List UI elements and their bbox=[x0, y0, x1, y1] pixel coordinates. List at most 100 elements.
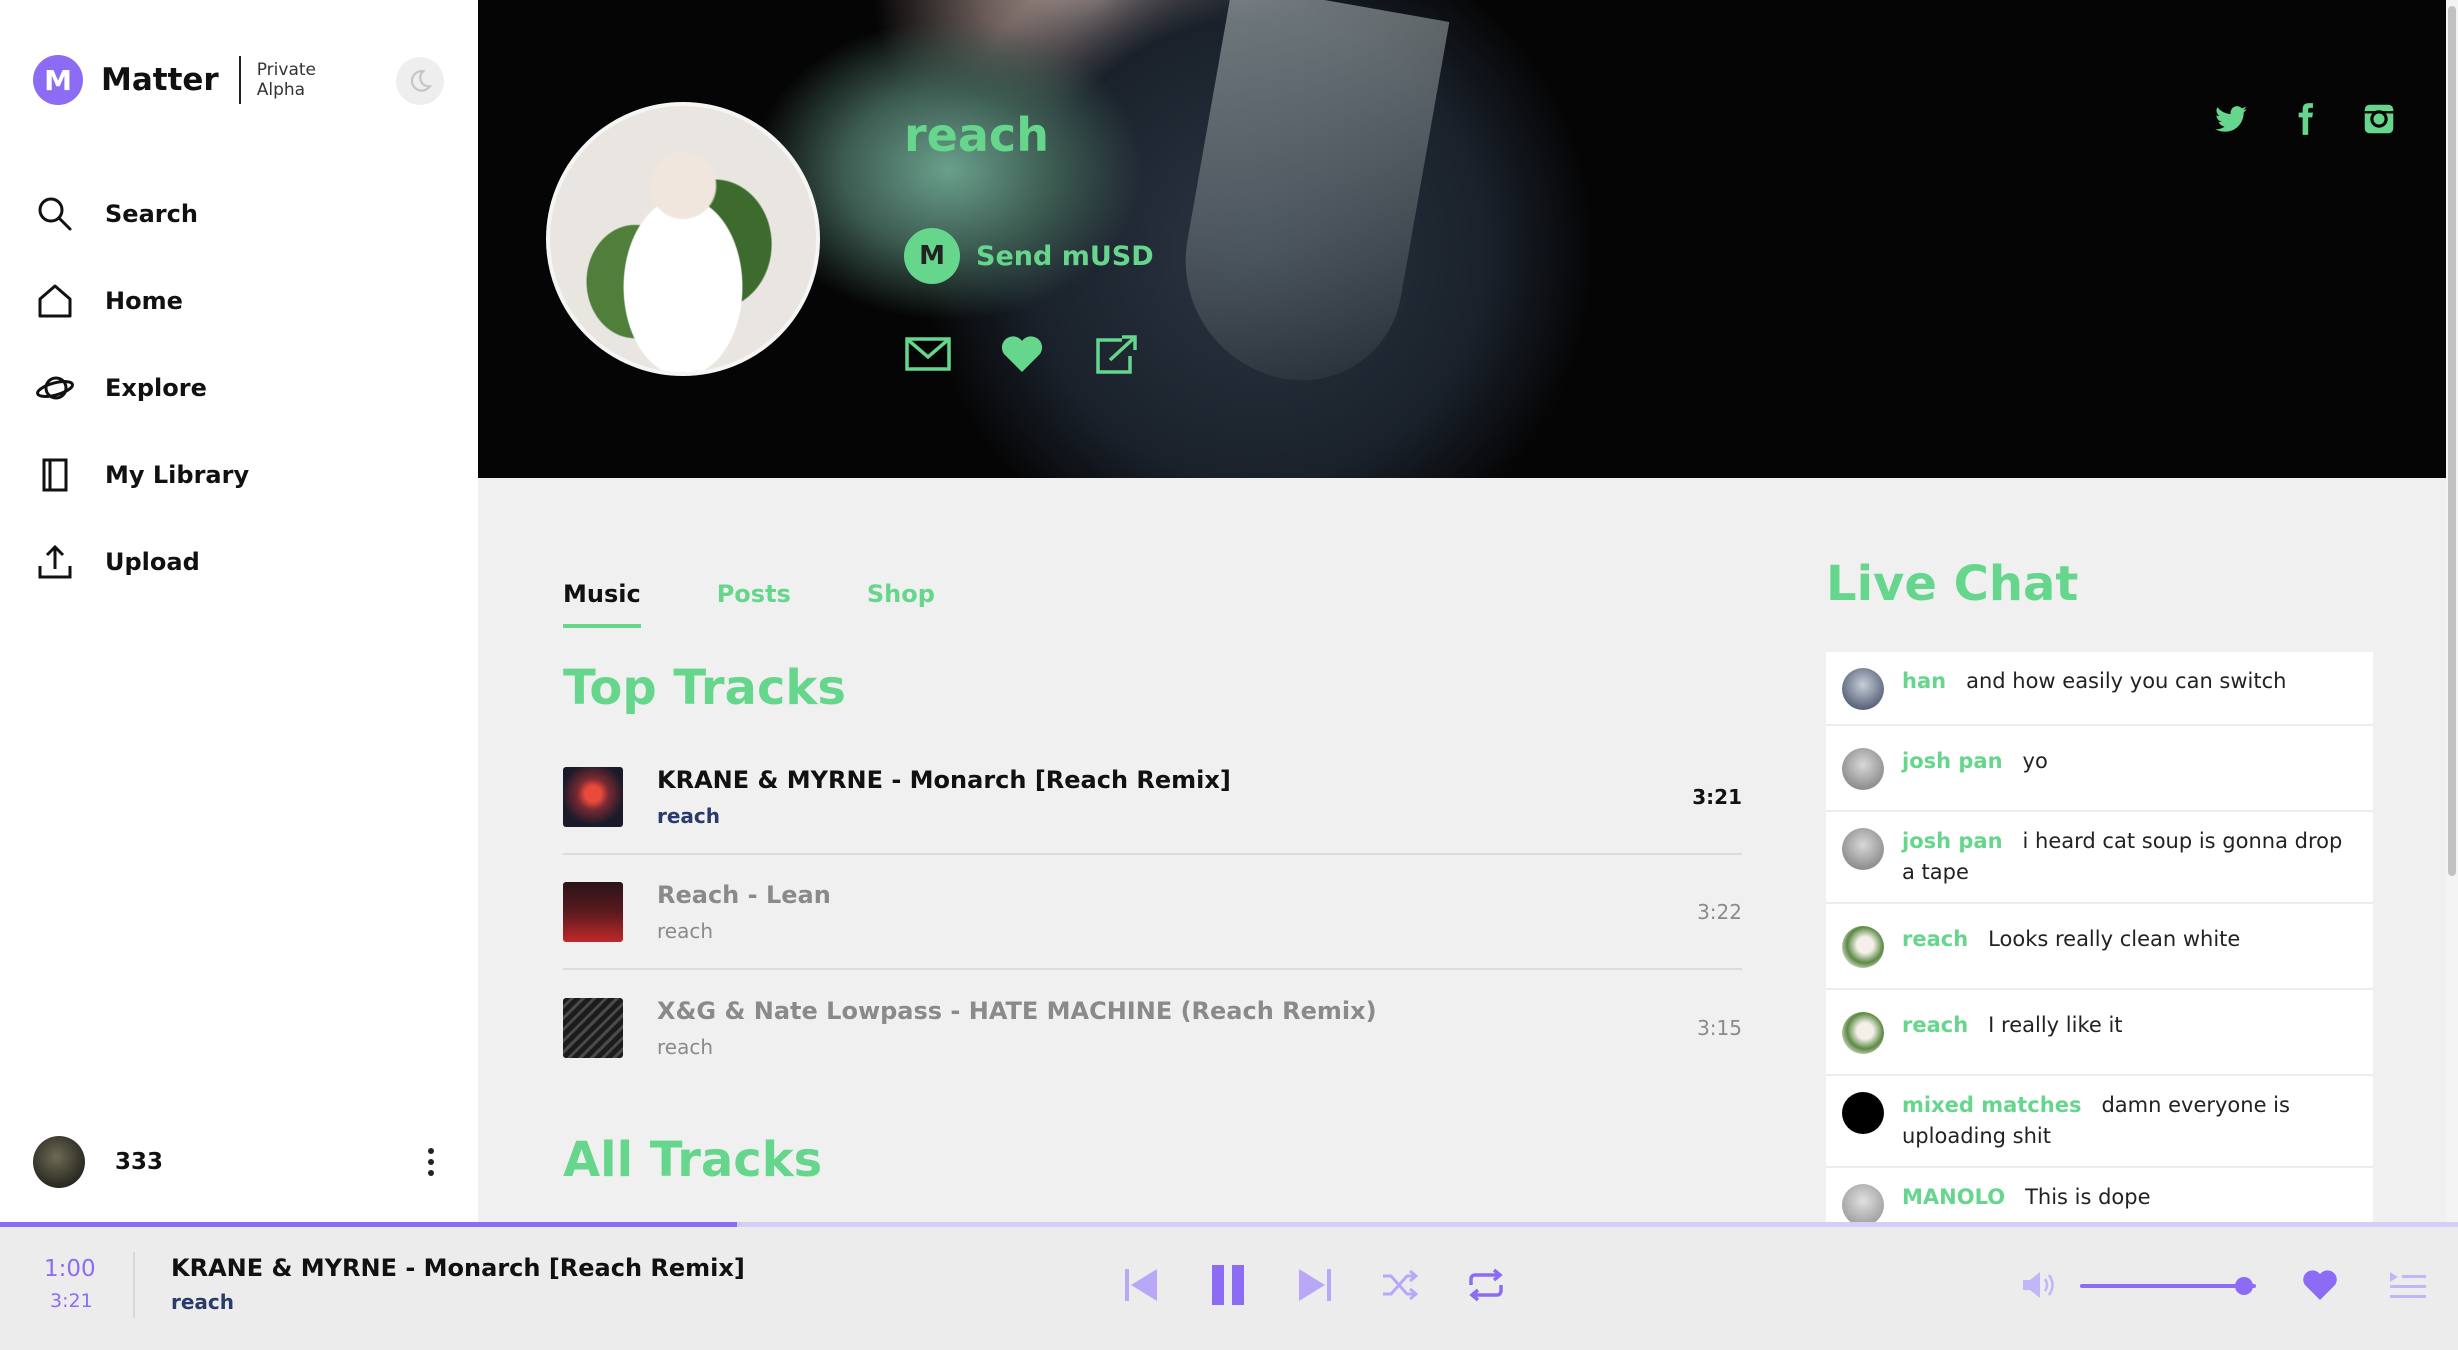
planet-icon bbox=[36, 376, 74, 399]
chat-avatar[interactable] bbox=[1842, 1184, 1884, 1222]
nav-label-my-library: My Library bbox=[105, 460, 250, 489]
brand-tagline: Private Alpha bbox=[257, 60, 316, 100]
page-scrollbar-thumb[interactable] bbox=[2448, 6, 2456, 876]
main-nav: Search Home Explore My Library Upload bbox=[35, 170, 249, 605]
chat-avatar[interactable] bbox=[1842, 668, 1884, 710]
track-artist[interactable]: reach bbox=[657, 804, 1692, 828]
track-row[interactable]: KRANE & MYRNE - Monarch [Reach Remix] re… bbox=[563, 740, 1742, 855]
artist-avatar bbox=[546, 102, 820, 376]
chat-username[interactable]: han bbox=[1902, 669, 1946, 693]
more-options-icon[interactable] bbox=[419, 1148, 443, 1176]
track-artist[interactable]: reach bbox=[657, 1035, 1697, 1059]
nav-item-my-library[interactable]: My Library bbox=[35, 431, 249, 518]
live-chat-panel[interactable]: han and how easily you can switch josh pa… bbox=[1826, 652, 2373, 1222]
tab-posts[interactable]: Posts bbox=[717, 580, 791, 628]
current-user: 333 bbox=[33, 1135, 443, 1189]
pause-button[interactable] bbox=[1208, 1262, 1248, 1308]
artist-name[interactable]: reach bbox=[904, 108, 1049, 162]
mail-icon[interactable] bbox=[904, 332, 952, 376]
track-title: KRANE & MYRNE - Monarch [Reach Remix] bbox=[657, 765, 1231, 794]
upload-icon bbox=[38, 544, 72, 578]
share-icon[interactable] bbox=[1092, 332, 1140, 376]
brand-divider bbox=[238, 56, 241, 104]
chat-avatar[interactable] bbox=[1842, 1012, 1884, 1054]
chat-avatar[interactable] bbox=[1842, 1092, 1884, 1134]
playback-controls bbox=[1122, 1262, 1506, 1308]
queue-button[interactable] bbox=[2388, 1268, 2428, 1308]
user-avatar[interactable] bbox=[33, 1136, 85, 1188]
matter-coin-icon: M bbox=[904, 228, 960, 284]
nav-label-upload: Upload bbox=[105, 547, 200, 576]
nav-item-search[interactable]: Search bbox=[35, 170, 249, 257]
top-tracks-list: KRANE & MYRNE - Monarch [Reach Remix] re… bbox=[563, 740, 1742, 1085]
track-duration: 3:22 bbox=[1697, 899, 1742, 924]
chat-avatar[interactable] bbox=[1842, 748, 1884, 790]
chat-username[interactable]: reach bbox=[1902, 927, 1968, 951]
chat-username[interactable]: josh pan bbox=[1902, 829, 2003, 853]
chat-username[interactable]: mixed matches bbox=[1902, 1093, 2081, 1117]
chat-username[interactable]: MANOLO bbox=[1902, 1185, 2005, 1209]
heart-icon[interactable] bbox=[998, 332, 1046, 376]
volume-icon bbox=[2023, 1272, 2054, 1298]
playback-progress-bar[interactable] bbox=[0, 1222, 2458, 1227]
user-name[interactable]: 333 bbox=[115, 1149, 163, 1175]
hero-background-image bbox=[1166, 0, 1450, 397]
artist-tabs: Music Posts Shop bbox=[563, 580, 935, 628]
tab-music[interactable]: Music bbox=[563, 580, 641, 628]
track-row[interactable]: X&G & Nate Lowpass - HATE MACHINE (Reach… bbox=[563, 970, 1742, 1085]
search-icon bbox=[38, 197, 72, 230]
nav-item-upload[interactable]: Upload bbox=[35, 518, 249, 605]
nav-label-home: Home bbox=[105, 286, 183, 315]
nav-item-home[interactable]: Home bbox=[35, 257, 249, 344]
track-duration: 3:15 bbox=[1697, 1015, 1742, 1040]
current-time: 1:00 bbox=[44, 1256, 96, 1282]
sidebar: M Matter Private Alpha Search Home Explo… bbox=[0, 0, 478, 1222]
social-links bbox=[2212, 100, 2398, 138]
instagram-icon[interactable] bbox=[2360, 100, 2398, 138]
nav-item-explore[interactable]: Explore bbox=[35, 344, 249, 431]
artist-hero-banner: reach M Send mUSD bbox=[478, 0, 2446, 478]
now-playing-title[interactable]: KRANE & MYRNE - Monarch [Reach Remix] bbox=[171, 1254, 745, 1282]
previous-button[interactable] bbox=[1122, 1262, 1162, 1308]
like-button[interactable] bbox=[2300, 1266, 2340, 1308]
chat-message-text: I really like it bbox=[1988, 1013, 2123, 1037]
facebook-icon[interactable] bbox=[2286, 100, 2324, 138]
total-time: 3:21 bbox=[50, 1290, 93, 1312]
volume-slider[interactable] bbox=[2080, 1284, 2256, 1288]
repeat-button[interactable] bbox=[1466, 1262, 1506, 1308]
skip-back-icon bbox=[1125, 1269, 1157, 1301]
chat-username[interactable]: reach bbox=[1902, 1013, 1968, 1037]
chat-message-text: Looks really clean white bbox=[1988, 927, 2241, 951]
track-artist[interactable]: reach bbox=[657, 919, 1697, 943]
player-divider bbox=[133, 1252, 135, 1318]
player-bar: 1:00 3:21 KRANE & MYRNE - Monarch [Reach… bbox=[0, 1222, 2458, 1350]
shuffle-button[interactable] bbox=[1380, 1262, 1420, 1308]
track-artwork bbox=[563, 997, 623, 1058]
track-row[interactable]: Reach - Lean reach 3:22 bbox=[563, 855, 1742, 970]
playback-progress-fill bbox=[0, 1222, 738, 1227]
theme-toggle-button[interactable] bbox=[396, 57, 444, 105]
volume-slider-handle[interactable] bbox=[2234, 1277, 2253, 1295]
track-artwork bbox=[563, 881, 623, 942]
brand[interactable]: M Matter Private Alpha bbox=[33, 55, 316, 105]
tab-shop[interactable]: Shop bbox=[867, 580, 935, 628]
twitter-icon[interactable] bbox=[2212, 100, 2250, 138]
pause-icon bbox=[1212, 1265, 1244, 1305]
artist-actions bbox=[904, 332, 1140, 376]
all-tracks-heading: All Tracks bbox=[563, 1132, 823, 1188]
track-duration: 3:21 bbox=[1692, 784, 1742, 809]
chat-message: josh pan i heard cat soup is gonna drop a… bbox=[1826, 812, 2373, 904]
skip-forward-icon bbox=[1299, 1269, 1331, 1301]
volume-button[interactable] bbox=[2020, 1268, 2060, 1306]
chat-avatar[interactable] bbox=[1842, 926, 1884, 968]
brand-tagline-line1: Private bbox=[256, 60, 316, 80]
chat-avatar[interactable] bbox=[1842, 828, 1884, 870]
chat-message: MANOLO This is dope bbox=[1826, 1168, 2373, 1222]
next-button[interactable] bbox=[1294, 1262, 1334, 1308]
send-musd-button[interactable]: M Send mUSD bbox=[904, 228, 1154, 284]
chat-message: mixed matches damn everyone is uploading … bbox=[1826, 1076, 2373, 1168]
heart-icon bbox=[2303, 1270, 2337, 1300]
chat-username[interactable]: josh pan bbox=[1902, 749, 2003, 773]
now-playing-artist[interactable]: reach bbox=[171, 1290, 234, 1314]
brand-name: Matter bbox=[101, 62, 219, 98]
